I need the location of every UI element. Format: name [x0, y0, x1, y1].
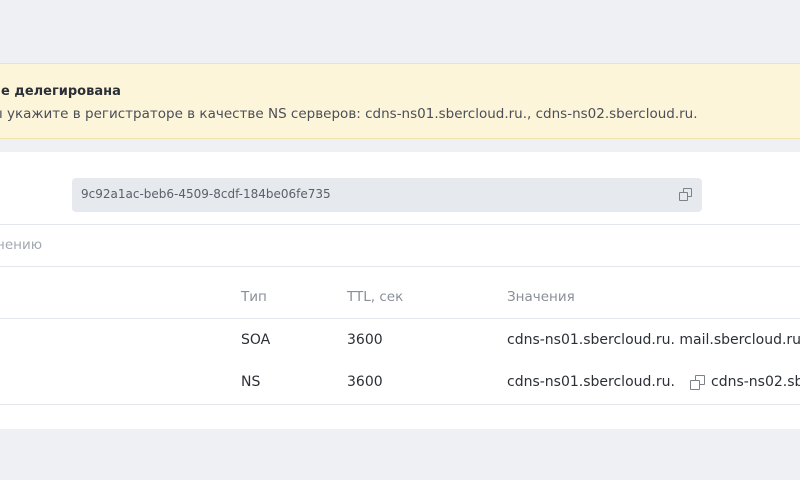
table-header-divider [0, 318, 800, 319]
record-value: cdns-ns01.sbercloud.ru. mail.sbercloud.r… [507, 332, 800, 348]
record-ttl: 3600 [347, 374, 383, 390]
delegation-warning-banner: не делегирована ы укажите в регистраторе… [0, 63, 800, 139]
record-ttl: 3600 [347, 332, 383, 348]
divider [0, 224, 800, 225]
column-header-values[interactable]: Значения [507, 289, 575, 305]
record-type: SOA [241, 332, 271, 348]
column-header-type[interactable]: Тип [241, 289, 267, 305]
zone-id-value: 9c92a1ac-beb6-4509-8cdf-184be06fe735 [81, 187, 331, 201]
banner-text: ы укажите в регистраторе в качестве NS с… [0, 106, 698, 122]
zone-id-field: 9c92a1ac-beb6-4509-8cdf-184be06fe735 [72, 178, 702, 212]
record-value: cdns-ns02.sb [711, 374, 800, 390]
copy-icon[interactable] [690, 375, 706, 391]
sort-label[interactable]: нению [0, 237, 42, 253]
divider [0, 266, 800, 267]
record-type: NS [241, 374, 261, 390]
record-value: cdns-ns01.sbercloud.ru. [507, 374, 675, 390]
copy-icon[interactable] [679, 188, 693, 202]
banner-title: не делегирована [0, 84, 121, 99]
zone-panel: 9c92a1ac-beb6-4509-8cdf-184be06fe735 нен… [0, 152, 800, 429]
column-header-ttl[interactable]: TTL, сек [347, 289, 403, 305]
table-bottom-divider [0, 404, 800, 405]
